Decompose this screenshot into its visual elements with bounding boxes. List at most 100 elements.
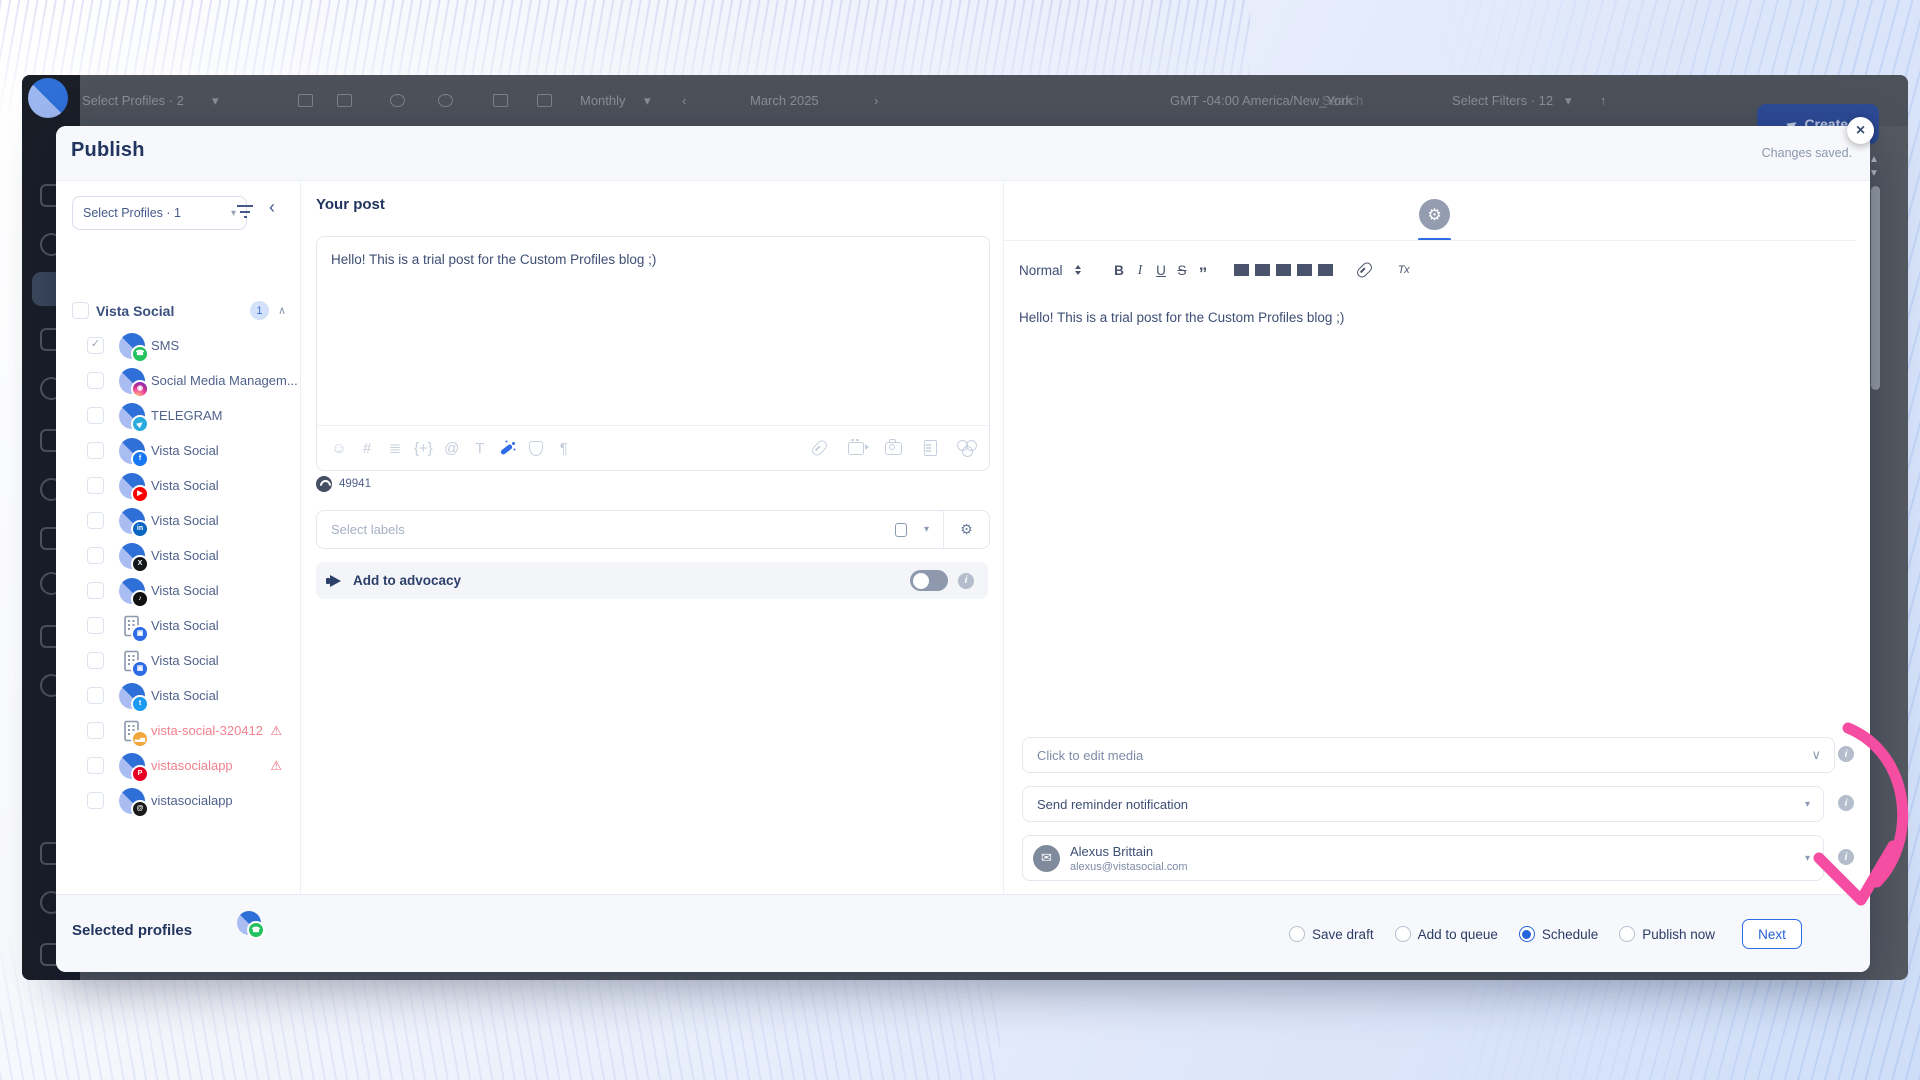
reminder-info-icon[interactable]: i [1838, 795, 1854, 811]
editor-panel: ⚙ Normal BIUS” Tx Hello! This is a trial … [1003, 180, 1870, 895]
post-text[interactable]: Hello! This is a trial post for the Cust… [331, 250, 975, 270]
file-icon[interactable] [921, 439, 939, 457]
copy-labels-icon[interactable] [895, 523, 907, 537]
profile-name: Vista Social [151, 653, 219, 668]
unordered-list-button[interactable] [1255, 259, 1271, 281]
filter-icon[interactable] [237, 205, 253, 218]
link-button[interactable] [1356, 259, 1373, 281]
scrollbar-thumb[interactable] [1871, 186, 1880, 390]
strikethrough-button[interactable]: S [1174, 259, 1190, 281]
align-button[interactable] [1318, 259, 1334, 281]
radio-icon[interactable] [1619, 926, 1635, 942]
profile-checkbox[interactable] [87, 477, 104, 494]
style-selector[interactable]: Normal [1019, 263, 1063, 278]
profile-checkbox[interactable] [87, 372, 104, 389]
bg-list-icon [537, 94, 552, 107]
profile-row[interactable]: ▣ Vista Social [56, 608, 300, 643]
profile-checkbox[interactable]: ✓ [87, 337, 104, 354]
indent-button[interactable] [1297, 259, 1313, 281]
profile-checkbox[interactable] [87, 442, 104, 459]
user-info-icon[interactable]: i [1838, 849, 1854, 865]
profile-row[interactable]: ▶ Vista Social [56, 468, 300, 503]
caret-down-icon: ▾ [1805, 799, 1810, 810]
collapse-panel-icon[interactable]: ‹ [269, 197, 275, 218]
reminder-field[interactable]: Send reminder notification ▾ [1022, 786, 1824, 822]
hashtag-icon[interactable]: # [358, 439, 376, 457]
profile-checkbox[interactable] [87, 687, 104, 704]
close-button[interactable]: × [1847, 117, 1874, 144]
labels-settings-button[interactable]: ⚙ [943, 511, 989, 548]
profile-checkbox[interactable] [87, 617, 104, 634]
outdent-button[interactable] [1276, 259, 1292, 281]
profile-group-row[interactable]: Vista Social 1 ∧ [72, 301, 286, 320]
notification-user-field[interactable]: ✉ Alexus Brittain alexus@vistasocial.com… [1022, 835, 1824, 881]
option-save-draft[interactable]: Save draft [1289, 926, 1374, 942]
megaphone-icon [330, 575, 341, 587]
profile-checkbox[interactable] [87, 652, 104, 669]
profile-row[interactable]: ✓ ☎ SMS [56, 328, 300, 363]
profile-checkbox[interactable] [87, 407, 104, 424]
profile-row[interactable]: ◉ Social Media Managem... [56, 363, 300, 398]
chevron-down-icon[interactable]: ▾ [924, 524, 929, 535]
media-info-icon[interactable]: i [1838, 746, 1854, 762]
radio-icon[interactable] [1395, 926, 1411, 942]
profile-checkbox[interactable] [87, 722, 104, 739]
profile-checkbox[interactable] [87, 582, 104, 599]
profile-checkbox[interactable] [87, 792, 104, 809]
profile-row[interactable]: ♪ Vista Social [56, 573, 300, 608]
profile-row[interactable]: f Vista Social [56, 433, 300, 468]
emoji-icon[interactable]: ☺ [330, 439, 348, 457]
video-icon[interactable] [847, 439, 865, 457]
variables-icon[interactable]: {+} [414, 439, 433, 457]
clear-format-button[interactable]: Tx [1396, 259, 1412, 281]
advocacy-info-icon[interactable]: i [958, 573, 974, 589]
profile-row[interactable]: ▣ Vista Social [56, 643, 300, 678]
post-editor[interactable]: Hello! This is a trial post for the Cust… [316, 236, 990, 471]
profile-row[interactable]: P vistasocialapp ⚠ [56, 748, 300, 783]
bg-monthly: Monthly [580, 93, 626, 108]
radio-icon[interactable] [1289, 926, 1305, 942]
mention-icon[interactable]: @ [443, 439, 461, 457]
text-format-icon[interactable]: T [471, 439, 489, 457]
profile-row[interactable]: in Vista Social [56, 503, 300, 538]
link-icon[interactable] [810, 439, 828, 457]
text-direction-icon[interactable]: ¶ [555, 439, 573, 457]
master-tab[interactable]: ⚙ [1419, 199, 1450, 230]
profile-checkbox[interactable] [87, 512, 104, 529]
blockquote-button[interactable]: ” [1195, 255, 1211, 285]
bg-caret-icon: ▾ [212, 93, 219, 109]
ai-assistant-icon[interactable] [499, 439, 517, 457]
radio-icon[interactable] [1519, 926, 1535, 942]
select-labels-field[interactable]: Select labels ▾ ⚙ [316, 510, 990, 549]
scrollbar-up-icon[interactable]: ▲ [1869, 155, 1879, 165]
media-field[interactable]: Click to edit media ∨ [1022, 737, 1835, 773]
profile-row[interactable]: @ vistasocialapp [56, 783, 300, 818]
media-library-icon[interactable] [958, 439, 976, 457]
profile-row[interactable]: t Vista Social [56, 678, 300, 713]
next-button[interactable]: Next [1742, 919, 1802, 949]
network-badge: X [131, 555, 149, 573]
scrollbar-down-icon[interactable]: ▼ [1869, 169, 1879, 179]
profile-checkbox[interactable] [87, 547, 104, 564]
camera-icon[interactable] [884, 439, 902, 457]
profile-row[interactable]: X Vista Social [56, 538, 300, 573]
italic-button[interactable]: I [1132, 259, 1148, 281]
snippet-icon[interactable]: ≣ [386, 439, 404, 457]
profile-checkbox[interactable] [87, 757, 104, 774]
network-badge: ♪ [131, 590, 149, 608]
bold-button[interactable]: B [1111, 259, 1127, 281]
profile-row[interactable]: ▶ TELEGRAM [56, 398, 300, 433]
editor-text[interactable]: Hello! This is a trial post for the Cust… [1019, 308, 1840, 328]
style-updown-icon[interactable] [1075, 265, 1081, 275]
option-publish-now[interactable]: Publish now [1619, 926, 1715, 942]
group-checkbox[interactable] [72, 302, 89, 319]
option-schedule[interactable]: Schedule [1519, 926, 1598, 942]
profile-row[interactable]: ▂▄ vista-social-320412 ⚠ [56, 713, 300, 748]
ordered-list-button[interactable] [1234, 259, 1250, 281]
underline-button[interactable]: U [1153, 259, 1169, 281]
select-profiles-label: Select Profiles · 1 [83, 206, 181, 220]
advocacy-toggle[interactable] [910, 570, 948, 591]
select-profiles-button[interactable]: Select Profiles · 1 ▾ [72, 196, 247, 230]
option-add-to-queue[interactable]: Add to queue [1395, 926, 1498, 942]
shield-icon[interactable] [527, 439, 545, 457]
